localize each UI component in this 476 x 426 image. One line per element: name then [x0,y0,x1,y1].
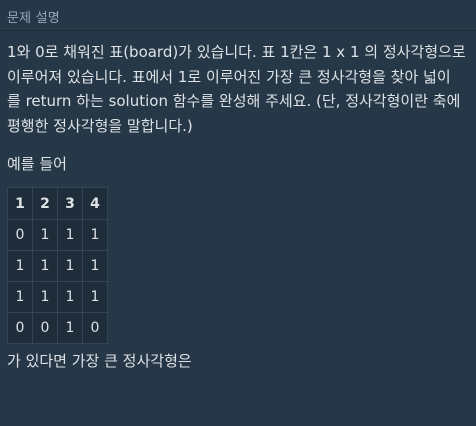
table-header-cell: 1 [7,187,33,220]
table-row: 1 1 1 1 [7,250,108,282]
table-cell: 1 [82,281,108,313]
table-row: 1 1 1 1 [7,281,108,313]
table-cell: 0 [7,219,33,251]
table-cell: 0 [7,312,33,344]
table-cell: 1 [32,219,58,251]
example-board-table: 1 2 3 4 0 1 1 1 1 1 1 1 1 1 1 1 0 0 1 0 [7,187,108,344]
table-row: 0 1 1 1 [7,219,108,251]
table-cell: 1 [32,250,58,282]
table-cell: 1 [57,281,83,313]
table-cell: 1 [57,312,83,344]
table-cell: 1 [57,250,83,282]
example-label: 예를 들어 [7,155,67,173]
table-cell: 1 [7,281,33,313]
table-header-cell: 3 [57,187,83,220]
table-cell: 1 [32,281,58,313]
table-cell: 1 [57,219,83,251]
result-label: 가 있다면 가장 큰 정사각형은 [7,352,192,370]
section-divider [0,30,476,31]
table-header-row: 1 2 3 4 [7,187,108,220]
description-line: 1와 0로 채워진 표(board)가 있습니다. 표 1칸은 1 x 1 의 … [7,43,466,61]
table-cell: 0 [32,312,58,344]
table-cell: 0 [82,312,108,344]
problem-description-panel: 문제 설명 1와 0로 채워진 표(board)가 있습니다. 표 1칸은 1 … [0,0,476,426]
table-cell: 1 [82,219,108,251]
table-header-cell: 2 [32,187,58,220]
table-header-cell: 4 [82,187,108,220]
description-line: 평행한 정사각형을 말합니다.) [7,116,193,135]
table-cell: 1 [7,250,33,282]
table-row: 0 0 1 0 [7,312,108,344]
problem-content: 1와 0로 채워진 표(board)가 있습니다. 표 1칸은 1 x 1 의 … [7,40,469,372]
section-title: 문제 설명 [7,11,60,26]
description-line: 이루어져 있습니다. 표에서 1로 이루어진 가장 큰 정사각형을 찾아 넓이 [7,67,451,86]
table-cell: 1 [82,250,108,282]
description-line: 를 return 하는 solution 함수를 완성해 주세요. (단, 정사… [7,92,461,110]
problem-description: 1와 0로 채워진 표(board)가 있습니다. 표 1칸은 1 x 1 의 … [7,40,469,138]
